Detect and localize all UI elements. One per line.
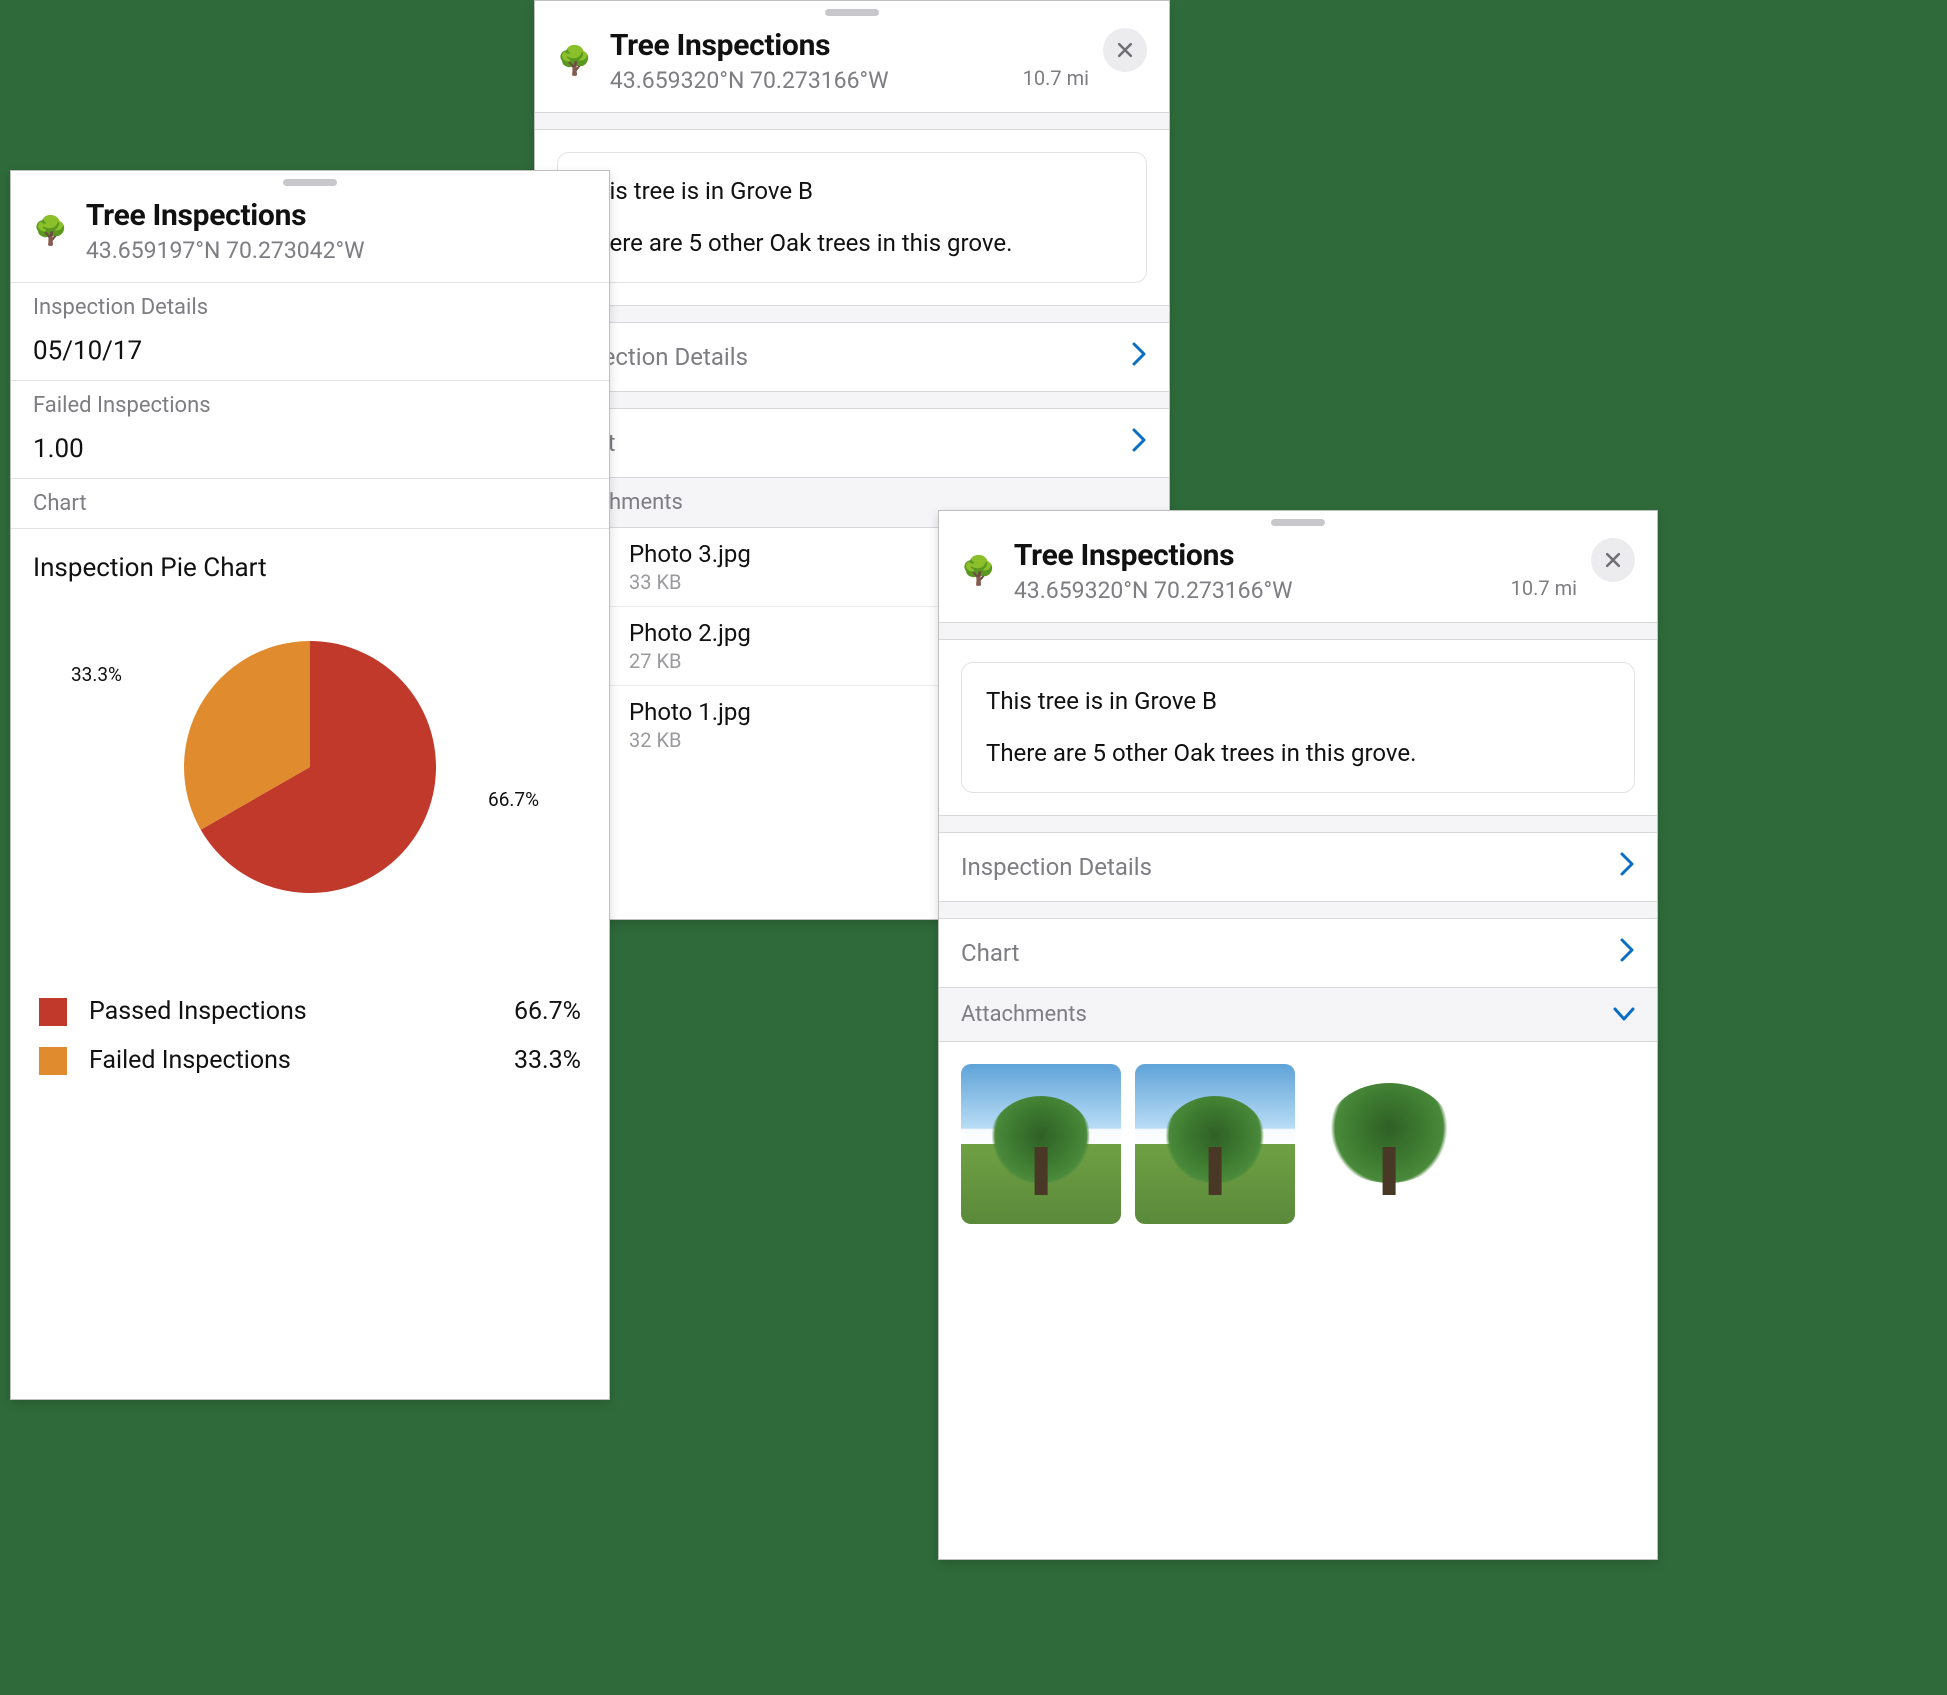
inspection-date-value: 05/10/17 — [11, 332, 609, 380]
legend-name: Passed Inspections — [89, 997, 514, 1026]
nav-inspection-details[interactable]: Inspection Details — [535, 323, 1169, 391]
tree-icon: 🌳 — [557, 47, 592, 75]
legend-name: Failed Inspections — [89, 1046, 514, 1075]
note-line-2: There are 5 other Oak trees in this grov… — [582, 227, 1122, 261]
pie-chart-svg — [160, 617, 460, 917]
note-line-1: This tree is in Grove B — [986, 685, 1610, 719]
pie-label-large: 66.7% — [488, 788, 539, 811]
pie-chart: 33.3% 66.7% — [11, 593, 609, 947]
popup-header: 🌳 Tree Inspections 43.659320°N 70.273166… — [535, 16, 1169, 112]
distance-label: 10.7 mi — [1023, 66, 1089, 90]
chevron-right-icon — [1131, 341, 1147, 373]
section-attachments-expandable[interactable]: Attachments — [939, 987, 1657, 1042]
legend-swatch — [39, 1047, 67, 1075]
chevron-right-icon — [1619, 851, 1635, 883]
tree-icon: 🌳 — [961, 557, 996, 585]
attachment-name: Photo 2.jpg — [629, 619, 751, 647]
coordinates: 43.659320°N 70.273166°W — [610, 67, 1009, 94]
failed-inspections-value: 1.00 — [11, 430, 609, 478]
popup-title: Tree Inspections — [610, 28, 1009, 63]
section-inspection-details: Inspection Details — [11, 282, 609, 332]
pie-label-small: 33.3% — [71, 663, 122, 686]
nav-label: Inspection Details — [961, 853, 1152, 881]
section-chart: Chart — [11, 478, 609, 529]
legend-row: Passed Inspections66.7% — [11, 987, 609, 1036]
description-box: This tree is in Grove B There are 5 othe… — [557, 152, 1147, 283]
legend-row: Failed Inspections33.3% — [11, 1036, 609, 1085]
nav-chart[interactable]: Chart — [535, 409, 1169, 477]
coordinates: 43.659320°N 70.273166°W — [1014, 577, 1497, 604]
tree-inspections-popup-attachments: 🌳 Tree Inspections 43.659320°N 70.273166… — [938, 510, 1658, 1560]
attachment-size: 32 KB — [629, 728, 751, 752]
attachment-name: Photo 3.jpg — [629, 540, 751, 568]
attachment-grid — [939, 1042, 1657, 1246]
separator — [939, 901, 1657, 919]
nav-label: Chart — [961, 939, 1019, 967]
distance-label: 10.7 mi — [1511, 576, 1577, 600]
popup-title: Tree Inspections — [86, 198, 587, 233]
section-failed-inspections: Failed Inspections — [11, 380, 609, 430]
legend-swatch — [39, 998, 67, 1026]
chart-title: Inspection Pie Chart — [11, 529, 609, 593]
close-button[interactable] — [1103, 28, 1147, 72]
section-label: Attachments — [961, 1002, 1087, 1027]
close-icon — [1115, 40, 1135, 60]
attachment-name: Photo 1.jpg — [629, 698, 751, 726]
attachment-size: 27 KB — [629, 649, 751, 673]
separator — [535, 305, 1169, 323]
attachment-thumbnail[interactable] — [961, 1064, 1121, 1224]
attachment-thumbnail[interactable] — [1135, 1064, 1295, 1224]
note-line-2: There are 5 other Oak trees in this grov… — [986, 737, 1610, 771]
legend-percent: 33.3% — [514, 1046, 581, 1075]
chevron-right-icon — [1131, 427, 1147, 459]
drag-handle[interactable] — [283, 179, 337, 186]
drag-handle[interactable] — [1271, 519, 1325, 526]
close-button[interactable] — [1591, 538, 1635, 582]
popup-header: 🌳 Tree Inspections 43.659197°N 70.273042… — [11, 186, 609, 282]
separator — [939, 622, 1657, 640]
separator — [535, 391, 1169, 409]
coordinates: 43.659197°N 70.273042°W — [86, 237, 587, 264]
description-box: This tree is in Grove B There are 5 othe… — [961, 662, 1635, 793]
separator — [939, 815, 1657, 833]
nav-chart[interactable]: Chart — [939, 919, 1657, 987]
popup-header: 🌳 Tree Inspections 43.659320°N 70.273166… — [939, 526, 1657, 622]
legend-percent: 66.7% — [514, 997, 581, 1026]
chart-legend: Passed Inspections66.7%Failed Inspection… — [11, 987, 609, 1085]
tree-icon: 🌳 — [33, 217, 68, 245]
drag-handle[interactable] — [825, 9, 879, 16]
attachment-size: 33 KB — [629, 570, 751, 594]
chevron-down-icon — [1613, 1002, 1635, 1027]
nav-inspection-details[interactable]: Inspection Details — [939, 833, 1657, 901]
note-line-1: This tree is in Grove B — [582, 175, 1122, 209]
popup-title: Tree Inspections — [1014, 538, 1497, 573]
attachment-thumbnail[interactable] — [1309, 1064, 1469, 1224]
close-icon — [1603, 550, 1623, 570]
separator — [535, 112, 1169, 130]
tree-inspections-popup-chart: 🌳 Tree Inspections 43.659197°N 70.273042… — [10, 170, 610, 1400]
chevron-right-icon — [1619, 937, 1635, 969]
